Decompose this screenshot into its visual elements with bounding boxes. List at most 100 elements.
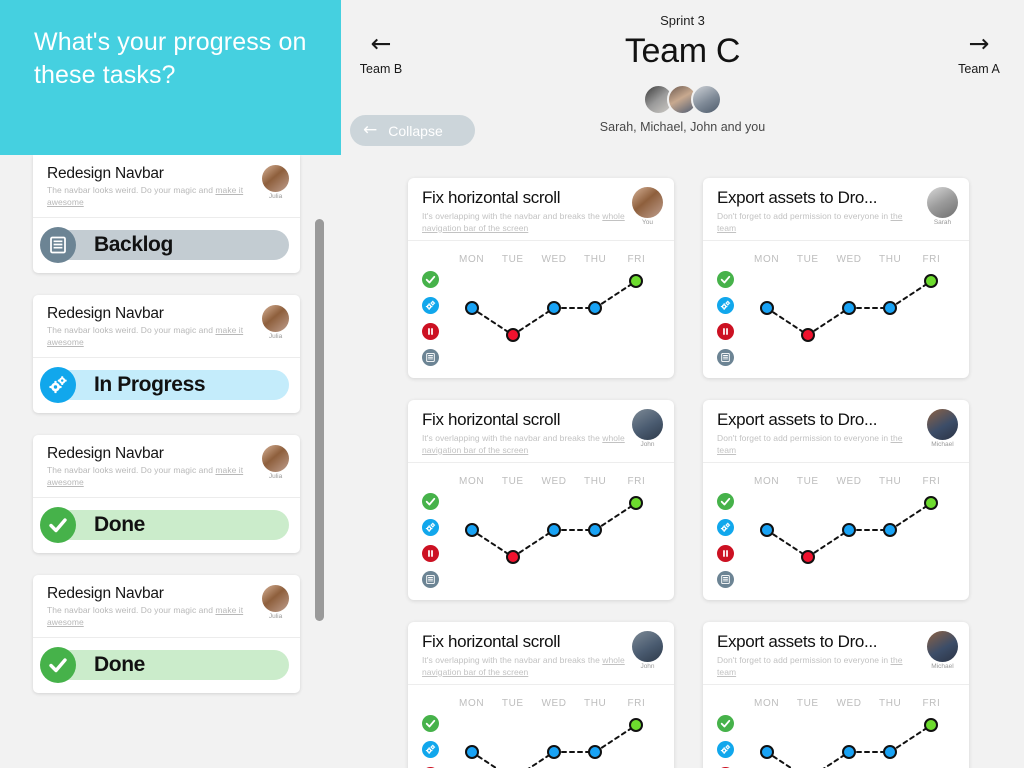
chart-card-body: MON TUE WED THU FRI (703, 241, 969, 378)
data-point-mon[interactable] (759, 301, 774, 315)
avatar[interactable]: Michael (927, 409, 958, 448)
data-point-thu[interactable] (883, 301, 898, 315)
collapse-label: Collapse (388, 122, 443, 139)
task-card-body: Backlog (33, 218, 300, 273)
data-point-fri[interactable] (629, 718, 644, 732)
task-chart-card[interactable]: Fix horizontal scroll It's overlapping wi… (408, 178, 674, 378)
task-chart-card[interactable]: Export assets to Dro... Don't forget to a… (703, 400, 969, 600)
avatar[interactable]: Michael (927, 631, 958, 670)
day-label: FRI (627, 698, 646, 709)
check-icon (40, 647, 76, 683)
chart-y-axis-legend (422, 271, 439, 366)
avatar[interactable]: John (632, 409, 663, 448)
data-point-fri[interactable] (924, 718, 939, 732)
avatar (691, 84, 722, 115)
status-timeline-chart[interactable] (703, 709, 969, 768)
task-title: Fix horizontal scroll (422, 632, 561, 651)
day-label: THU (879, 698, 902, 709)
data-point-wed[interactable] (842, 523, 856, 537)
data-point-thu[interactable] (883, 523, 898, 537)
day-label: MON (754, 476, 780, 487)
data-point-tue[interactable] (800, 328, 815, 342)
status-timeline-chart[interactable] (408, 709, 674, 768)
task-description-text: The navbar looks weird. Do your magic an… (47, 605, 216, 615)
team-avatar-group[interactable] (341, 84, 1024, 115)
data-point-mon[interactable] (759, 745, 774, 759)
sidebar-task-card[interactable]: Redesign Navbar The navbar looks weird. D… (33, 155, 300, 273)
data-point-tue[interactable] (800, 550, 815, 564)
data-point-thu[interactable] (883, 745, 898, 759)
status-pill-label: In Progress (94, 373, 206, 396)
data-point-wed[interactable] (547, 301, 561, 315)
status-timeline-chart[interactable] (408, 487, 674, 588)
data-point-fri[interactable] (629, 274, 644, 288)
data-point-wed[interactable] (547, 745, 561, 759)
task-chart-card[interactable]: Fix horizontal scroll It's overlapping wi… (408, 400, 674, 600)
status-pill-backlog[interactable]: Backlog (40, 227, 289, 263)
avatar[interactable]: Julia (262, 585, 289, 620)
avatar[interactable]: John (632, 631, 663, 670)
status-pill-done[interactable]: Done (40, 507, 289, 543)
task-description-text: The navbar looks weird. Do your magic an… (47, 325, 216, 335)
data-point-mon[interactable] (759, 523, 774, 537)
data-point-fri[interactable] (629, 496, 644, 510)
status-pill-label: Backlog (94, 233, 173, 256)
sidebar-task-card[interactable]: Redesign Navbar The navbar looks weird. D… (33, 575, 300, 693)
data-point-wed[interactable] (842, 745, 856, 759)
sidebar-scrollbar[interactable] (315, 219, 324, 621)
day-label: MON (754, 254, 780, 265)
task-chart-card[interactable]: Fix horizontal scroll It's overlapping wi… (408, 622, 674, 768)
avatar-image (927, 409, 958, 440)
task-title: Export assets to Dro... (717, 188, 878, 207)
avatar[interactable]: You (632, 187, 663, 226)
data-point-fri[interactable] (924, 496, 939, 510)
task-card-header: Redesign Navbar The navbar looks weird. D… (33, 435, 300, 498)
collapse-button[interactable]: ← Collapse (350, 115, 475, 146)
avatar[interactable]: Julia (262, 305, 289, 340)
day-label: TUE (501, 476, 524, 487)
data-point-tue[interactable] (505, 328, 520, 342)
data-point-thu[interactable] (588, 301, 603, 315)
avatar[interactable]: Julia (262, 445, 289, 480)
data-point-tue[interactable] (505, 550, 520, 564)
day-label: TUE (501, 698, 524, 709)
avatar-name: Julia (268, 193, 283, 200)
day-label: MON (459, 698, 485, 709)
data-point-wed[interactable] (547, 523, 561, 537)
arrow-left-icon: ← (363, 120, 378, 140)
chart-y-axis-legend (717, 271, 734, 366)
chart-plot (451, 487, 657, 583)
avatar[interactable]: Julia (262, 165, 289, 200)
status-timeline-chart[interactable] (703, 265, 969, 366)
board-scroll-area[interactable]: Fix horizontal scroll It's overlapping wi… (341, 155, 1024, 768)
day-label: TUE (501, 254, 524, 265)
data-point-mon[interactable] (464, 301, 479, 315)
sidebar-task-card[interactable]: Redesign Navbar The navbar looks weird. D… (33, 435, 300, 553)
avatar-name: John (640, 663, 655, 670)
list-circle-icon (717, 349, 734, 366)
day-label: FRI (922, 476, 941, 487)
data-point-thu[interactable] (588, 523, 603, 537)
status-timeline-chart[interactable] (408, 265, 674, 366)
task-chart-card[interactable]: Export assets to Dro... Don't forget to a… (703, 622, 969, 768)
data-point-fri[interactable] (924, 274, 939, 288)
task-chart-card[interactable]: Export assets to Dro... Don't forget to a… (703, 178, 969, 378)
data-point-mon[interactable] (464, 523, 479, 537)
day-label: FRI (627, 476, 646, 487)
status-timeline-chart[interactable] (703, 487, 969, 588)
status-pill-inprogress[interactable]: In Progress (40, 367, 289, 403)
avatar-image (262, 305, 289, 332)
task-description-text: It's overlapping with the navbar and bre… (422, 655, 603, 665)
list-circle-icon (422, 571, 439, 588)
sidebar-task-list[interactable]: Redesign Navbar The navbar looks weird. D… (0, 155, 341, 768)
data-point-mon[interactable] (464, 745, 479, 759)
status-pill-done[interactable]: Done (40, 647, 289, 683)
sidebar-task-card[interactable]: Redesign Navbar The navbar looks weird. D… (33, 295, 300, 413)
pause-circle-icon (422, 323, 439, 340)
gears-circle-icon (422, 297, 439, 314)
avatar-image (632, 409, 663, 440)
avatar[interactable]: Sarah (927, 187, 958, 226)
data-point-wed[interactable] (842, 301, 856, 315)
check-circle-icon (717, 493, 734, 510)
data-point-thu[interactable] (588, 745, 603, 759)
